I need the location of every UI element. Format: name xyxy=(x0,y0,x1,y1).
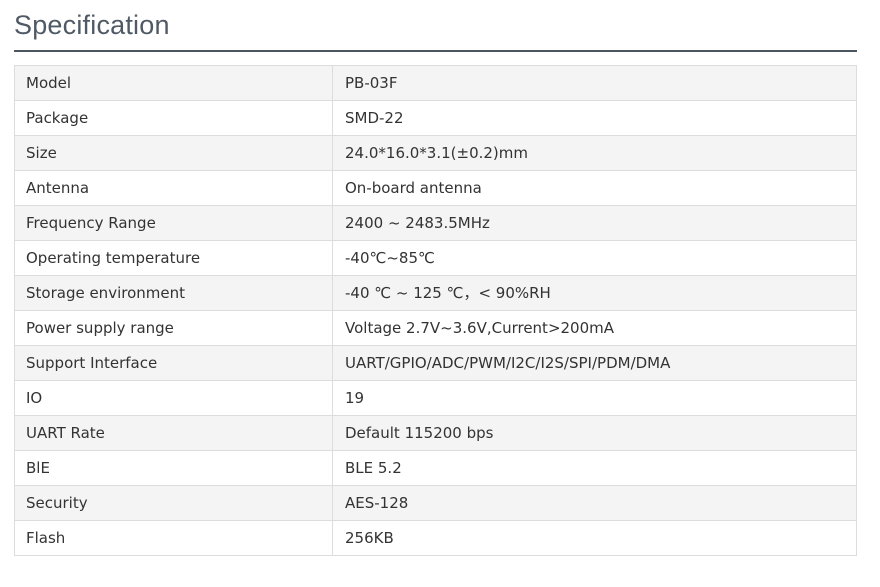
spec-key: Frequency Range xyxy=(14,205,333,241)
table-row: Power supply range Voltage 2.7V~3.6V,Cur… xyxy=(14,310,857,346)
spec-key: UART Rate xyxy=(14,415,333,451)
spec-value: Voltage 2.7V~3.6V,Current>200mA xyxy=(332,310,857,346)
spec-value: AES-128 xyxy=(332,485,857,521)
spec-value: -40 ℃ ~ 125 ℃，< 90%RH xyxy=(332,275,857,311)
spec-key: Operating temperature xyxy=(14,240,333,276)
page-title: Specification xyxy=(14,10,170,40)
table-row: Frequency Range 2400 ~ 2483.5MHz xyxy=(14,205,857,241)
spec-value: On-board antenna xyxy=(332,170,857,206)
spec-value: 2400 ~ 2483.5MHz xyxy=(332,205,857,241)
spec-value: PB-03F xyxy=(332,65,857,101)
specification-table: Model PB-03F Package SMD-22 Size 24.0*16… xyxy=(14,65,857,556)
table-row: Size 24.0*16.0*3.1(±0.2)mm xyxy=(14,135,857,171)
table-row: UART Rate Default 115200 bps xyxy=(14,415,857,451)
spec-key: Security xyxy=(14,485,333,521)
spec-key: Storage environment xyxy=(14,275,333,311)
spec-value: SMD-22 xyxy=(332,100,857,136)
title-divider xyxy=(14,50,857,52)
spec-key: BlE xyxy=(14,450,333,486)
spec-key: Power supply range xyxy=(14,310,333,346)
specification-section: Specification Model PB-03F Package SMD-2… xyxy=(14,0,857,556)
table-row: Support Interface UART/GPIO/ADC/PWM/I2C/… xyxy=(14,345,857,381)
table-row: Flash 256KB xyxy=(14,520,857,556)
spec-value: 24.0*16.0*3.1(±0.2)mm xyxy=(332,135,857,171)
spec-value: 256KB xyxy=(332,520,857,556)
table-row: Storage environment -40 ℃ ~ 125 ℃，< 90%R… xyxy=(14,275,857,311)
spec-value: Default 115200 bps xyxy=(332,415,857,451)
spec-value: 19 xyxy=(332,380,857,416)
specification-table-body: Model PB-03F Package SMD-22 Size 24.0*16… xyxy=(14,65,857,556)
spec-key: Flash xyxy=(14,520,333,556)
spec-key: Package xyxy=(14,100,333,136)
table-row: Model PB-03F xyxy=(14,65,857,101)
table-row: BlE BLE 5.2 xyxy=(14,450,857,486)
table-row: Antenna On-board antenna xyxy=(14,170,857,206)
spec-value: BLE 5.2 xyxy=(332,450,857,486)
table-row: Security AES-128 xyxy=(14,485,857,521)
table-row: Package SMD-22 xyxy=(14,100,857,136)
spec-value: UART/GPIO/ADC/PWM/I2C/I2S/SPI/PDM/DMA xyxy=(332,345,857,381)
spec-key: Antenna xyxy=(14,170,333,206)
spec-value: -40℃~85℃ xyxy=(332,240,857,276)
spec-key: IO xyxy=(14,380,333,416)
spec-key: Size xyxy=(14,135,333,171)
table-row: Operating temperature -40℃~85℃ xyxy=(14,240,857,276)
spec-key: Support Interface xyxy=(14,345,333,381)
spec-key: Model xyxy=(14,65,333,101)
table-row: IO 19 xyxy=(14,380,857,416)
